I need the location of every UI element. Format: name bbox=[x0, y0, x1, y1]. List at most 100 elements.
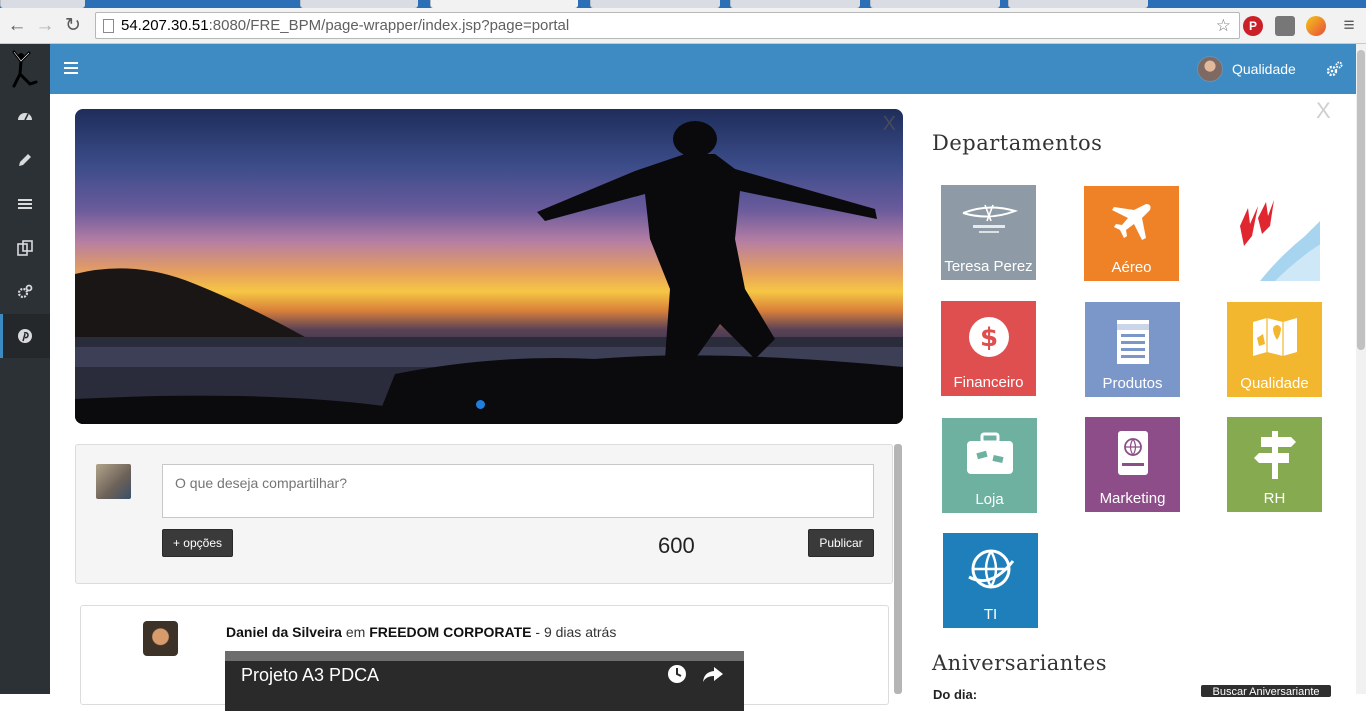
extension-icon[interactable] bbox=[1275, 16, 1295, 36]
department-loja[interactable]: Loja bbox=[942, 418, 1037, 513]
video-thumbnail-strip bbox=[225, 651, 744, 661]
page-scrollbar[interactable] bbox=[1356, 44, 1366, 694]
pencil-icon bbox=[19, 154, 31, 166]
watch-later-clock-icon[interactable] bbox=[667, 664, 687, 684]
panel-close-button[interactable]: X bbox=[1316, 98, 1331, 124]
passport-icon bbox=[1117, 431, 1148, 475]
sidebar-item-pinterest[interactable] bbox=[0, 314, 50, 358]
department-label: Qualidade bbox=[1240, 375, 1309, 392]
publish-button[interactable]: Publicar bbox=[808, 529, 874, 557]
post-author-avatar[interactable] bbox=[143, 621, 178, 656]
hamburger-icon[interactable] bbox=[64, 62, 78, 74]
url-path: :8080/FRE_BPM/page-wrapper/index.jsp?pag… bbox=[208, 17, 570, 34]
map-icon bbox=[1252, 318, 1297, 356]
sunset-silhouette-image bbox=[75, 121, 903, 424]
url-host: 54.207.30.51 bbox=[121, 17, 209, 34]
post-composer: + opções 600 Publicar bbox=[75, 444, 893, 584]
department-label: Produtos bbox=[1102, 375, 1163, 392]
sidebar-item-documents[interactable] bbox=[0, 226, 50, 270]
department-teresa-perez[interactable]: Teresa Perez bbox=[941, 185, 1036, 280]
sidebar-item-settings[interactable] bbox=[0, 270, 50, 314]
sidebar bbox=[0, 44, 50, 694]
reload-icon[interactable]: ↻ bbox=[62, 16, 84, 38]
share-arrow-icon[interactable] bbox=[702, 665, 724, 683]
department-label: Loja bbox=[975, 491, 1004, 508]
settings-gears-icon[interactable] bbox=[1326, 61, 1343, 77]
forward-arrow-icon[interactable]: → bbox=[34, 16, 56, 38]
department-birds[interactable] bbox=[1227, 186, 1322, 281]
back-arrow-icon[interactable]: ← bbox=[6, 16, 28, 38]
banner-carousel[interactable]: X bbox=[75, 109, 903, 424]
departments-title: Departamentos bbox=[932, 131, 1103, 155]
top-navbar: Qualidade bbox=[50, 44, 1356, 94]
dashboard-icon bbox=[18, 113, 32, 121]
composer-avatar bbox=[96, 464, 131, 499]
hotel-icon bbox=[1116, 320, 1149, 364]
share-input[interactable] bbox=[162, 464, 874, 518]
department-financeiro[interactable]: $ Financeiro bbox=[941, 301, 1036, 396]
birthdays-title: Aniversariantes bbox=[932, 651, 1107, 675]
page-icon bbox=[103, 19, 114, 33]
browser-tab[interactable] bbox=[0, 0, 85, 8]
bookmark-star-icon[interactable]: ☆ bbox=[1216, 16, 1231, 36]
suitcase-icon bbox=[966, 432, 1013, 474]
department-label: TI bbox=[983, 606, 998, 623]
tp-logo-icon bbox=[962, 204, 1018, 233]
airplane-icon bbox=[1111, 204, 1150, 240]
department-label: Financeiro bbox=[953, 374, 1024, 391]
browser-tab-active[interactable] bbox=[430, 0, 578, 8]
post-meta: Daniel da Silveira em FREEDOM CORPORATE … bbox=[226, 624, 616, 640]
svg-text:$: $ bbox=[979, 323, 997, 353]
documents-icon bbox=[17, 240, 33, 256]
browser-tab[interactable] bbox=[730, 0, 860, 8]
video-embed[interactable]: Projeto A3 PDCA bbox=[225, 651, 744, 711]
menu-icon[interactable]: ≡ bbox=[1338, 16, 1360, 38]
sidebar-item-list[interactable] bbox=[0, 182, 50, 226]
post-group[interactable]: FREEDOM CORPORATE bbox=[369, 624, 531, 640]
department-aereo[interactable]: Aéreo bbox=[1084, 186, 1179, 281]
browser-tab[interactable] bbox=[870, 0, 1000, 8]
extension-icon[interactable] bbox=[1306, 16, 1326, 36]
department-rh[interactable]: RH bbox=[1227, 417, 1322, 512]
browser-tab[interactable] bbox=[300, 0, 418, 8]
gears-icon bbox=[17, 284, 33, 299]
search-birthday-button[interactable]: Buscar Aniversariante bbox=[1201, 685, 1331, 697]
user-avatar[interactable] bbox=[1197, 56, 1223, 82]
banner-close-button[interactable]: X bbox=[883, 113, 896, 136]
post-connector: em bbox=[345, 624, 366, 640]
department-produtos[interactable]: Produtos bbox=[1085, 302, 1180, 397]
department-label: Teresa Perez bbox=[944, 258, 1033, 275]
dollar-icon: $ bbox=[968, 317, 1009, 357]
department-ti[interactable]: TI bbox=[943, 533, 1038, 628]
options-button[interactable]: + opções bbox=[162, 529, 233, 557]
department-marketing[interactable]: Marketing bbox=[1085, 417, 1180, 512]
birds-icon bbox=[1239, 200, 1320, 281]
feed-post: Daniel da Silveira em FREEDOM CORPORATE … bbox=[80, 605, 889, 711]
carousel-indicator-dot[interactable] bbox=[476, 400, 485, 409]
post-time: - 9 dias atrás bbox=[535, 624, 617, 640]
sidebar-item-dashboard[interactable] bbox=[0, 94, 50, 138]
department-label: Marketing bbox=[1099, 490, 1166, 507]
char-counter: 600 bbox=[658, 533, 695, 558]
video-title[interactable]: Projeto A3 PDCA bbox=[241, 665, 379, 686]
address-bar[interactable]: 54.207.30.51:8080/FRE_BPM/page-wrapper/i… bbox=[95, 12, 1240, 39]
logo[interactable] bbox=[0, 44, 50, 94]
scrollbar-thumb[interactable] bbox=[1357, 50, 1365, 350]
user-name[interactable]: Qualidade bbox=[1232, 61, 1296, 77]
browser-tabstrip bbox=[0, 0, 1366, 8]
post-author[interactable]: Daniel da Silveira bbox=[226, 624, 342, 640]
feed-scrollbar[interactable] bbox=[894, 444, 902, 694]
signpost-icon bbox=[1253, 431, 1296, 479]
browser-tab[interactable] bbox=[590, 0, 720, 8]
url-text[interactable]: 54.207.30.51:8080/FRE_BPM/page-wrapper/i… bbox=[121, 17, 569, 34]
birthdays-today-label: Do dia: bbox=[933, 687, 978, 702]
browser-toolbar: ← → ↻ 54.207.30.51:8080/FRE_BPM/page-wra… bbox=[0, 8, 1366, 44]
browser-tab[interactable] bbox=[1008, 0, 1148, 8]
pinterest-extension-icon[interactable]: P bbox=[1243, 16, 1263, 36]
pinterest-icon bbox=[18, 329, 32, 343]
list-icon bbox=[18, 199, 32, 209]
department-label: RH bbox=[1263, 490, 1286, 507]
globe-icon bbox=[967, 549, 1014, 589]
sidebar-item-edit[interactable] bbox=[0, 138, 50, 182]
department-qualidade[interactable]: Qualidade bbox=[1227, 302, 1322, 397]
